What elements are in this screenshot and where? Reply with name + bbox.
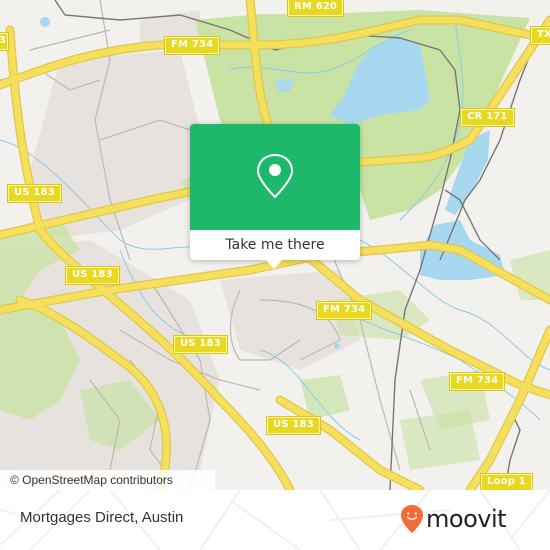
- moovit-logo[interactable]: moovit: [400, 502, 535, 536]
- place-name: Mortgages Direct, Austin: [20, 509, 184, 526]
- location-popup: Take me there: [190, 124, 360, 269]
- location-pin-icon: [256, 153, 294, 199]
- road-label-us-183: US 183: [65, 266, 120, 285]
- road-label-fm-734: FM 734: [163, 36, 221, 55]
- road-label-rm-620: RM 620: [286, 0, 345, 17]
- road-label-us-183: US 183: [266, 416, 321, 435]
- take-me-there-button[interactable]: Take me there: [190, 230, 360, 260]
- road-label-us-183: US 183: [7, 184, 62, 203]
- map-view[interactable]: RM 620 FM 734 TX CR 171 US 183 US 183 FM…: [0, 0, 550, 490]
- brand-name: moovit: [426, 505, 507, 533]
- road-label-fm-734: FM 734: [315, 301, 373, 320]
- road-label-cr-171: CR 171: [460, 108, 515, 127]
- road-label-partial: 3: [0, 32, 9, 51]
- road-label-loop-1: Loop 1: [480, 473, 533, 490]
- road-label-fm-734: FM 734: [448, 372, 506, 391]
- road-label-us-183: US 183: [173, 335, 228, 354]
- map-attribution[interactable]: © OpenStreetMap contributors: [0, 470, 215, 490]
- moovit-pin-icon: [401, 505, 423, 533]
- popup-header: [190, 124, 360, 230]
- road-label-tx: TX: [530, 26, 550, 45]
- popup-pointer: [266, 260, 282, 269]
- footer-bar: Mortgages Direct, Austin moovit: [0, 490, 550, 550]
